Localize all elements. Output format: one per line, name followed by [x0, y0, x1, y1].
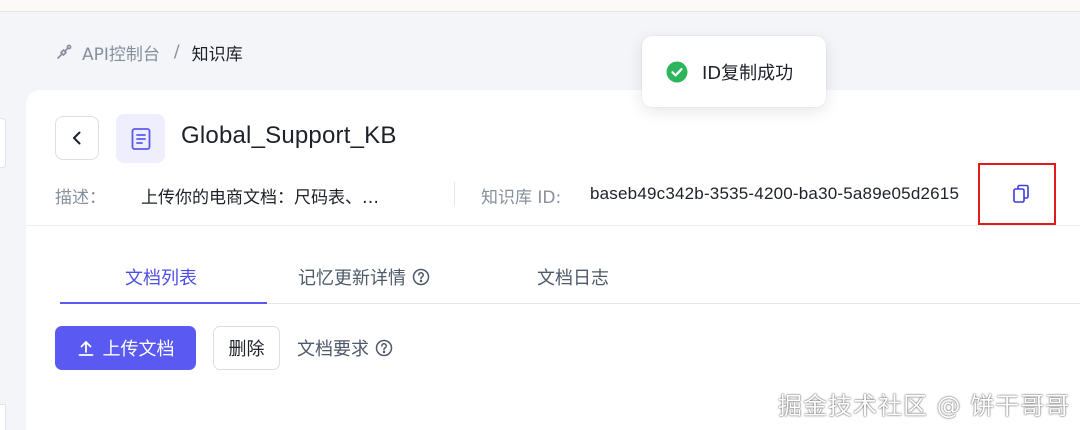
tab-memory-update-details[interactable]: 记忆更新详情 [298, 263, 430, 291]
toast-message: ID复制成功 [702, 62, 794, 84]
active-tab-indicator [60, 302, 267, 304]
copy-highlight-box [978, 163, 1056, 225]
tab-document-log[interactable]: 文档日志 [537, 263, 609, 291]
breadcrumb-separator: / [173, 42, 180, 62]
tab-label: 记忆更新详情 [298, 268, 406, 289]
tab-label: 文档列表 [125, 268, 197, 289]
breadcrumb-knowledge-base: 知识库 [191, 44, 243, 65]
side-panel-edge[interactable] [0, 118, 6, 168]
upload-button-label: 上传文档 [102, 339, 175, 360]
copy-success-toast: ID复制成功 [642, 36, 826, 107]
document-requirements-label: 文档要求 [297, 339, 369, 360]
breadcrumb-api-console[interactable]: API控制台 [82, 40, 160, 65]
watermark: 掘金技术社区 @ 饼干哥哥 [778, 392, 1071, 420]
top-strip [0, 0, 1080, 12]
question-circle-icon[interactable] [412, 268, 430, 286]
knowledge-base-title: Global_Support_KB [181, 122, 397, 149]
upload-icon [77, 339, 95, 357]
breadcrumb: API控制台 / 知识库 [54, 40, 243, 65]
tab-label: 文档日志 [537, 268, 609, 289]
question-circle-icon[interactable] [375, 339, 393, 357]
delete-button-label: 删除 [228, 339, 265, 360]
chevron-left-icon [69, 130, 85, 146]
back-button[interactable] [55, 116, 99, 160]
upload-document-button[interactable]: 上传文档 [55, 326, 196, 370]
tab-document-list[interactable]: 文档列表 [125, 263, 197, 291]
knowledge-base-id-value: baseb49c342b-3535-4200-ba30-5a89e05d2615 [590, 184, 960, 203]
knowledge-base-id-label: 知识库 ID: [481, 188, 562, 208]
delete-button[interactable]: 删除 [213, 326, 280, 370]
document-requirements-link[interactable]: 文档要求 [297, 336, 393, 360]
api-link-icon [54, 42, 74, 62]
side-panel-edge-lower [0, 404, 6, 430]
description-label: 描述： [55, 188, 106, 208]
header-divider [26, 225, 1080, 226]
check-circle-icon [666, 61, 688, 83]
meta-divider [454, 182, 455, 206]
document-icon [116, 114, 165, 163]
description-value: 上传你的电商文档：尺码表、… [141, 188, 379, 208]
